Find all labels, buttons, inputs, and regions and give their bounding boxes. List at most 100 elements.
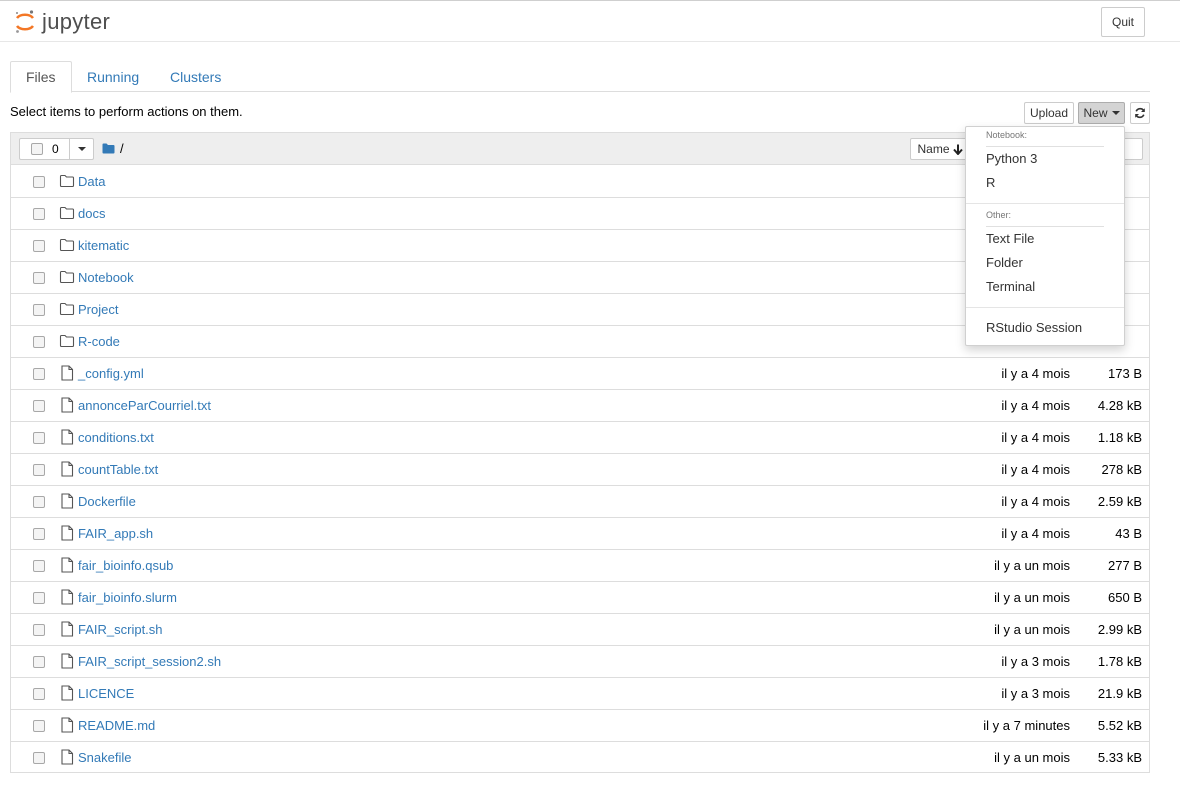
item-name-link[interactable]: LICENCE [78,686,134,701]
tab-clusters[interactable]: Clusters [155,61,236,92]
new-button-label: New [1083,106,1108,120]
upload-button[interactable]: Upload [1024,102,1074,124]
item-checkbox[interactable] [33,240,45,252]
refresh-button[interactable] [1130,102,1150,124]
item-name-link[interactable]: Snakefile [78,750,131,765]
menu-header-notebook: Notebook: [986,130,1028,140]
file-icon [59,621,75,637]
item-name-link[interactable]: FAIR_app.sh [78,526,153,541]
file-icon [59,717,75,733]
list-item[interactable]: LICENCE il y a 3 mois 21.9 kB [11,678,1149,710]
item-checkbox[interactable] [33,560,45,572]
select-all-dropdown[interactable]: 0 [19,138,94,160]
item-checkbox[interactable] [33,528,45,540]
item-name-link[interactable]: _config.yml [78,366,144,381]
item-name-link[interactable]: FAIR_script.sh [78,622,163,637]
menu-item-terminal[interactable]: Terminal [986,279,1035,294]
list-item[interactable]: _config.yml il y a 4 mois 173 B [11,358,1149,390]
item-name-link[interactable]: README.md [78,718,155,733]
item-checkbox[interactable] [33,464,45,476]
item-size: 650 B [1108,590,1142,605]
jupyter-logo[interactable]: jupyter [14,7,110,37]
item-name-link[interactable]: Dockerfile [78,494,136,509]
file-icon [59,653,75,669]
item-checkbox[interactable] [33,592,45,604]
item-name-link[interactable]: fair_bioinfo.qsub [78,558,173,573]
item-checkbox[interactable] [33,272,45,284]
quit-button[interactable]: Quit [1101,7,1145,37]
item-name-link[interactable]: Data [78,174,105,189]
file-icon [59,557,75,573]
item-checkbox[interactable] [33,432,45,444]
menu-header-other: Other: [986,210,1012,220]
list-item[interactable]: FAIR_app.sh il y a 4 mois 43 B [11,518,1149,550]
item-checkbox[interactable] [33,752,45,764]
item-checkbox[interactable] [33,208,45,220]
item-size: 173 B [1108,366,1142,381]
list-item[interactable]: Dockerfile il y a 4 mois 2.59 kB [11,486,1149,518]
menu-divider [966,203,1124,204]
item-checkbox[interactable] [33,176,45,188]
file-icon [59,461,75,477]
item-name-link[interactable]: conditions.txt [78,430,154,445]
list-item[interactable]: Snakefile il y a un mois 5.33 kB [11,742,1149,774]
item-checkbox[interactable] [33,400,45,412]
item-name-link[interactable]: Project [78,302,118,317]
select-menu-toggle[interactable] [69,139,93,159]
new-button[interactable]: New [1078,102,1125,124]
item-modified: il y a un mois [994,558,1070,573]
item-checkbox[interactable] [33,496,45,508]
item-checkbox[interactable] [33,624,45,636]
menu-item-rstudio-session[interactable]: RStudio Session [986,320,1082,335]
item-name-link[interactable]: kitematic [78,238,129,253]
list-item[interactable]: fair_bioinfo.slurm il y a un mois 650 B [11,582,1149,614]
jupyter-logo-icon [15,10,35,33]
sort-by-name-button[interactable]: Name [910,138,970,160]
folder-icon [59,301,75,317]
item-modified: il y a 3 mois [1001,686,1070,701]
list-item[interactable]: FAIR_script_session2.sh il y a 3 mois 1.78… [11,646,1149,678]
menu-item-folder[interactable]: Folder [986,255,1023,270]
list-item[interactable]: countTable.txt il y a 4 mois 278 kB [11,454,1149,486]
item-checkbox[interactable] [33,368,45,380]
item-name-link[interactable]: docs [78,206,105,221]
item-modified: il y a un mois [994,622,1070,637]
item-name-link[interactable]: R-code [78,334,120,349]
caret-down-icon [1111,111,1120,115]
breadcrumb: / [102,141,124,156]
item-size: 4.28 kB [1097,398,1142,413]
tab-files[interactable]: Files [10,61,72,93]
item-checkbox[interactable] [33,688,45,700]
tab-running[interactable]: Running [72,61,154,92]
list-item[interactable]: annonceParCourriel.txt il y a 4 mois 4.28 … [11,390,1149,422]
folder-icon [59,173,75,189]
folder-icon[interactable] [102,143,115,154]
list-item[interactable]: conditions.txt il y a 4 mois 1.18 kB [11,422,1149,454]
item-checkbox[interactable] [33,336,45,348]
select-all-checkbox[interactable] [31,143,43,155]
item-name-link[interactable]: fair_bioinfo.slurm [78,590,177,605]
logo-text: jupyter [42,9,111,34]
item-modified: il y a un mois [994,750,1070,765]
item-checkbox[interactable] [33,656,45,668]
list-item[interactable]: fair_bioinfo.qsub il y a un mois 277 B [11,550,1149,582]
new-dropdown-menu: Notebook: Python 3 R Other: Text File Fo… [965,126,1125,346]
item-checkbox[interactable] [33,304,45,316]
item-size: 1.78 kB [1097,654,1142,669]
list-item[interactable]: FAIR_script.sh il y a un mois 2.99 kB [11,614,1149,646]
menu-item-python3[interactable]: Python 3 [986,151,1037,166]
menu-item-r[interactable]: R [986,175,995,190]
folder-icon [59,205,75,221]
item-name-link[interactable]: annonceParCourriel.txt [78,398,211,413]
arrow-down-icon [952,144,963,155]
item-checkbox[interactable] [33,720,45,732]
item-name-link[interactable]: FAIR_script_session2.sh [78,654,221,669]
menu-item-text-file[interactable]: Text File [986,231,1034,246]
item-size: 278 kB [1101,462,1142,477]
tab-bar: Files Running Clusters [10,61,1150,93]
item-name-link[interactable]: countTable.txt [78,462,158,477]
sort-name-label: Name [917,142,950,156]
item-name-link[interactable]: Notebook [78,270,134,285]
file-icon [59,365,75,381]
list-item[interactable]: README.md il y a 7 minutes 5.52 kB [11,710,1149,742]
